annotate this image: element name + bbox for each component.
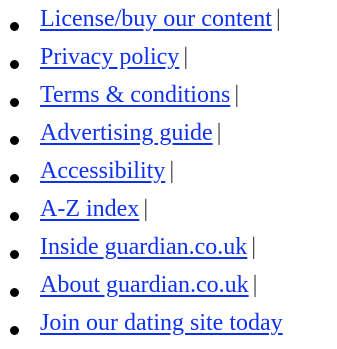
link-wrap: Join our dating site today [40,304,287,342]
bullet-icon [10,98,19,107]
bullet-icon [10,250,19,259]
about-guardian-link[interactable]: About guardian.co.uk [40,272,249,298]
link-wrap: A-Z index | [40,190,148,228]
separator: | [143,196,149,222]
separator: | [183,44,189,70]
separator: | [275,6,281,32]
terms-conditions-link[interactable]: Terms & conditions [40,82,230,108]
separator: | [252,272,258,298]
separator: | [234,82,240,108]
link-wrap: Accessibility | [40,152,174,190]
link-wrap: License/buy our content | [40,0,281,38]
bullet-icon [10,174,19,183]
separator: | [251,234,257,260]
advertising-guide-link[interactable]: Advertising guide [40,120,213,146]
link-wrap: Terms & conditions | [40,76,239,114]
bullet-icon [10,288,19,297]
link-wrap: Inside guardian.co.uk | [40,228,256,266]
bullet-icon [10,136,19,145]
a-z-index-link[interactable]: A-Z index [40,196,139,222]
accessibility-link[interactable]: Accessibility [40,158,165,184]
bullet-icon [10,60,19,69]
link-wrap: Advertising guide | [40,114,221,152]
bullet-icon [10,22,19,31]
privacy-policy-link[interactable]: Privacy policy [40,44,179,70]
link-wrap: Privacy policy | [40,38,188,76]
separator: | [169,158,175,184]
bullet-icon [10,326,19,335]
separator: | [216,120,222,146]
link-wrap: About guardian.co.uk | [40,266,257,304]
license-buy-content-link[interactable]: License/buy our content [40,6,272,32]
inside-guardian-link[interactable]: Inside guardian.co.uk [40,234,247,260]
dating-site-link[interactable]: Join our dating site today [40,310,283,336]
bullet-icon [10,212,19,221]
